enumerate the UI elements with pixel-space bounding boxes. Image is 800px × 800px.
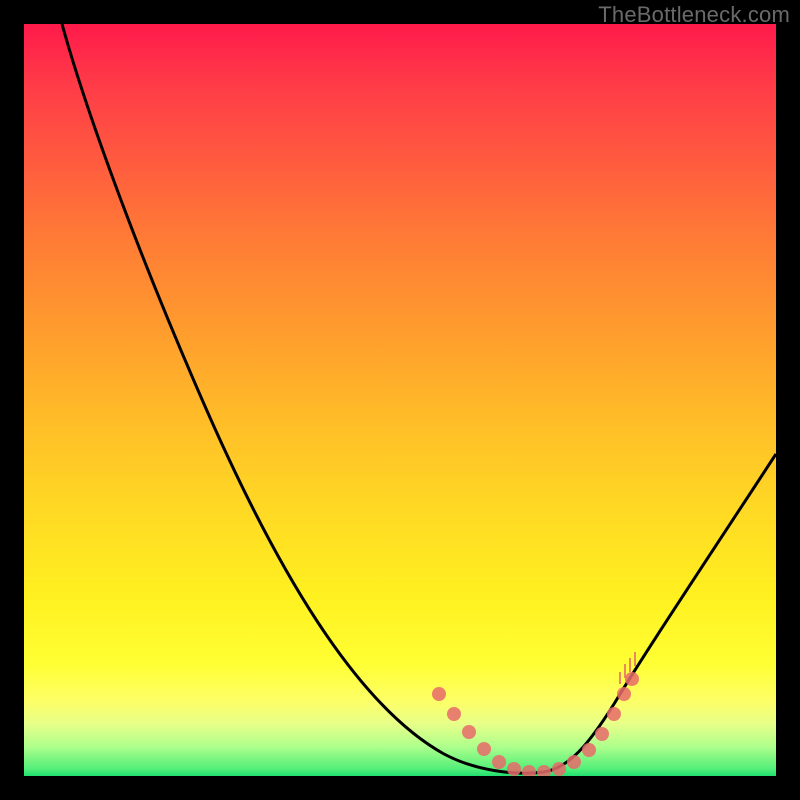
watermark-text: TheBottleneck.com [598, 2, 790, 28]
bottleneck-curve-line [62, 24, 776, 773]
bottleneck-curve-svg [24, 24, 776, 776]
chart-plot-area [24, 24, 776, 776]
sampled-markers [432, 672, 639, 776]
